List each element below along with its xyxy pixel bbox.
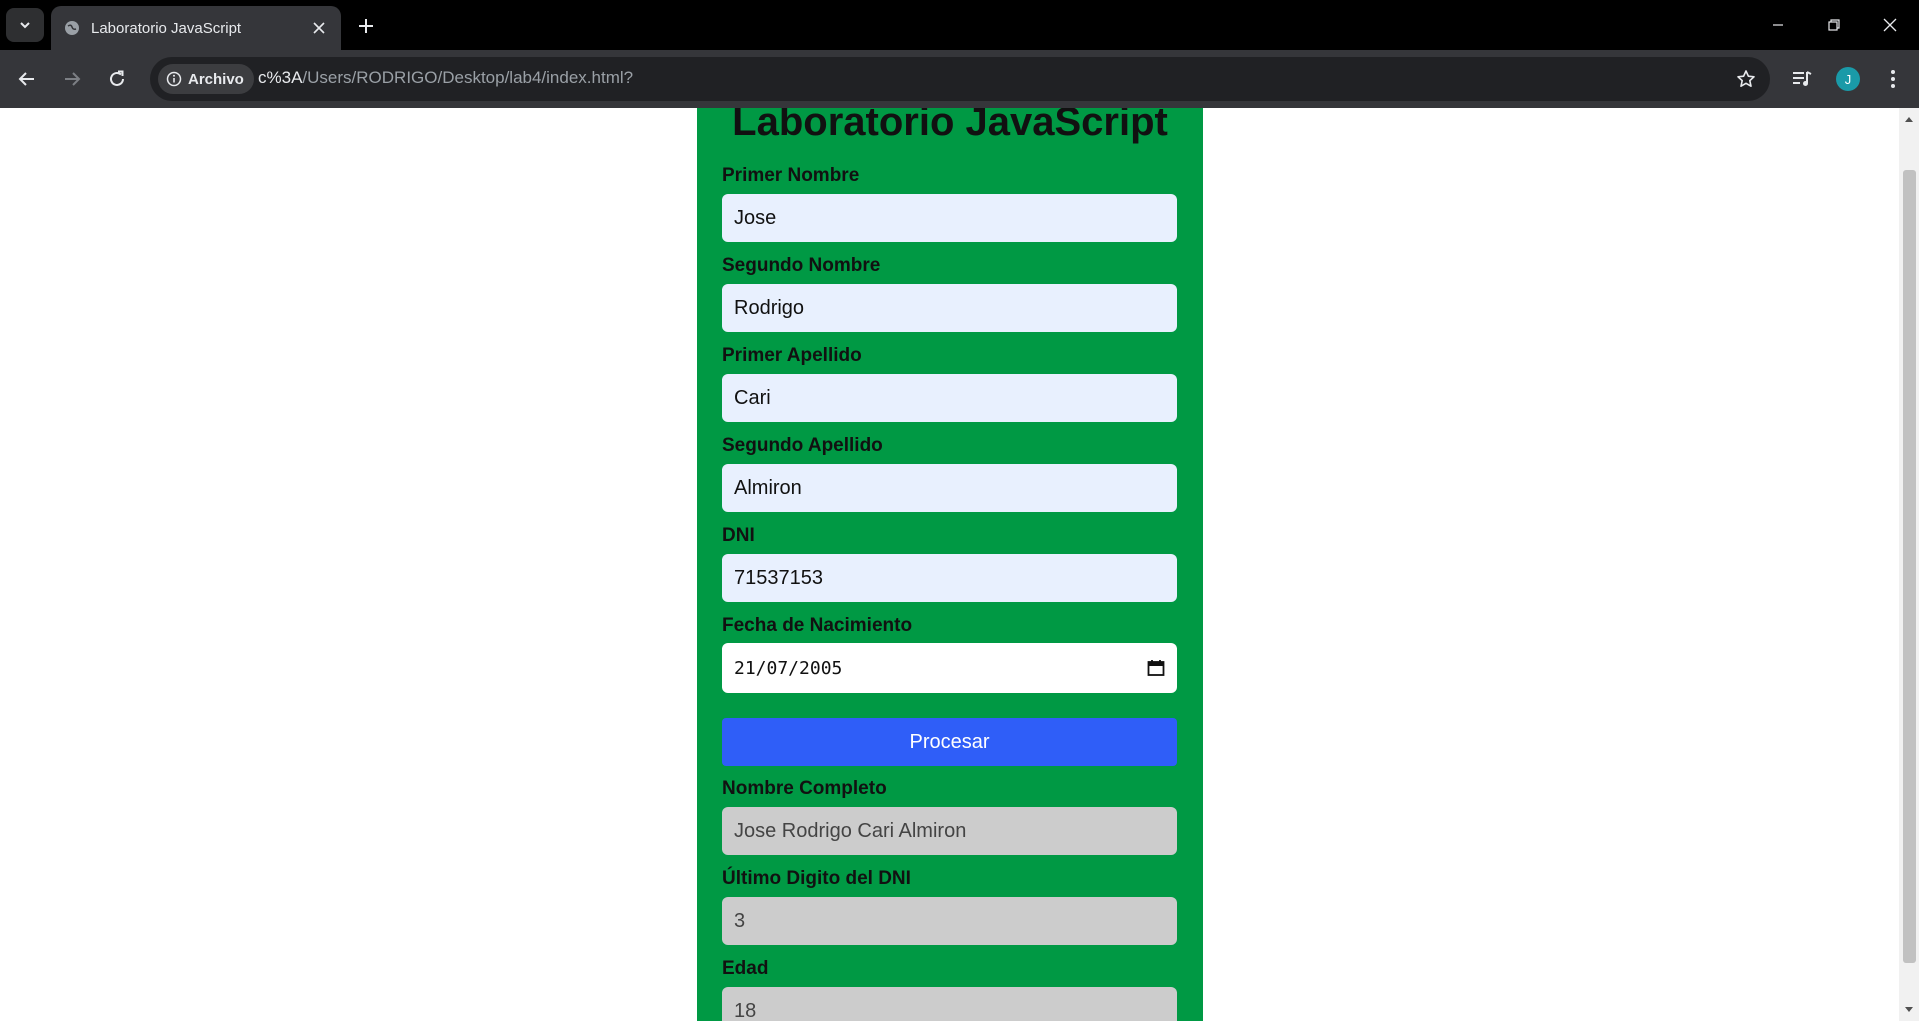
segundo-apellido-input[interactable]: Almiron [722,464,1177,512]
label-segundo-apellido: Segundo Apellido [722,435,883,456]
minimize-icon [1773,24,1783,26]
label-edad: Edad [722,958,769,979]
info-chip-label: Archivo [188,70,244,88]
restore-button[interactable] [1806,0,1862,50]
triangle-down-icon [1905,1007,1913,1012]
globe-icon [63,19,81,37]
url-text[interactable]: c%3A/Users/RODRIGO/Desktop/lab4/index.ht… [258,68,633,88]
edad-output: 18 [722,987,1177,1021]
minimize-button[interactable] [1750,0,1806,50]
date-value: 21/07/2005 [734,657,843,679]
site-info-chip[interactable]: Archivo [158,64,254,94]
label-nombre-completo: Nombre Completo [722,778,887,799]
nombre-completo-output: Jose Rodrigo Cari Almiron [722,807,1177,855]
scroll-down-button[interactable] [1899,1001,1919,1019]
media-queue-icon [1793,71,1812,86]
procesar-button[interactable]: Procesar [722,718,1177,766]
primer-nombre-input[interactable]: Jose [722,194,1177,242]
triangle-up-icon [1905,117,1913,122]
profile-button[interactable]: J [1831,62,1865,96]
browser-toolbar: Archivo c%3A/Users/RODRIGO/Desktop/lab4/… [0,50,1919,108]
new-tab-button[interactable] [352,12,380,40]
active-tab[interactable]: Laboratorio JavaScript [51,6,341,50]
browser-titlebar: Laboratorio JavaScript [0,0,1919,50]
close-icon [1883,18,1897,32]
url-host: c%3A [258,68,303,87]
page-viewport: Laboratorio JavaScript Primer Nombre Jos… [0,108,1899,1021]
label-dni: DNI [722,525,755,546]
close-tab-button[interactable] [307,16,331,40]
segundo-nombre-input[interactable]: Rodrigo [722,284,1177,332]
plus-icon [359,19,373,33]
label-ultimo-digito: Último Digito del DNI [722,868,911,889]
label-segundo-nombre: Segundo Nombre [722,255,881,276]
dni-input[interactable]: 71537153 [722,554,1177,602]
star-icon [1737,70,1755,87]
label-fecha-nacimiento: Fecha de Nacimiento [722,615,913,636]
back-button[interactable] [10,62,44,96]
form-card: Laboratorio JavaScript Primer Nombre Jos… [697,108,1203,1021]
browser-menu-button[interactable] [1876,62,1910,96]
primer-apellido-input[interactable]: Cari [722,374,1177,422]
avatar: J [1836,67,1860,91]
arrow-left-icon [18,72,34,86]
label-primer-nombre: Primer Nombre [722,165,860,186]
bookmark-button[interactable] [1734,67,1758,91]
forward-button[interactable] [55,62,89,96]
tab-search-button[interactable] [6,8,44,42]
reload-icon [110,70,124,86]
url-path: /Users/RODRIGO/Desktop/lab4/index.html? [302,68,634,87]
arrow-right-icon [65,72,81,86]
page-title: Laboratorio JavaScript [732,108,1168,144]
vertical-scrollbar[interactable] [1899,108,1919,1021]
label-primer-apellido: Primer Apellido [722,345,862,366]
scroll-up-button[interactable] [1899,110,1919,128]
restore-icon [1828,19,1840,31]
close-window-button[interactable] [1862,0,1918,50]
fecha-nacimiento-input[interactable]: 21/07/2005 [722,643,1177,693]
close-icon [313,22,325,34]
ultimo-digito-output: 3 [722,897,1177,945]
calendar-icon[interactable] [1147,659,1165,677]
info-icon [166,71,182,87]
chevron-down-icon [20,22,30,29]
media-controls-button[interactable] [1785,62,1819,96]
scrollbar-thumb[interactable] [1903,170,1916,963]
tab-title: Laboratorio JavaScript [91,19,242,37]
kebab-menu-icon [1891,70,1895,88]
reload-button[interactable] [100,62,134,96]
address-bar[interactable]: Archivo c%3A/Users/RODRIGO/Desktop/lab4/… [150,57,1770,101]
